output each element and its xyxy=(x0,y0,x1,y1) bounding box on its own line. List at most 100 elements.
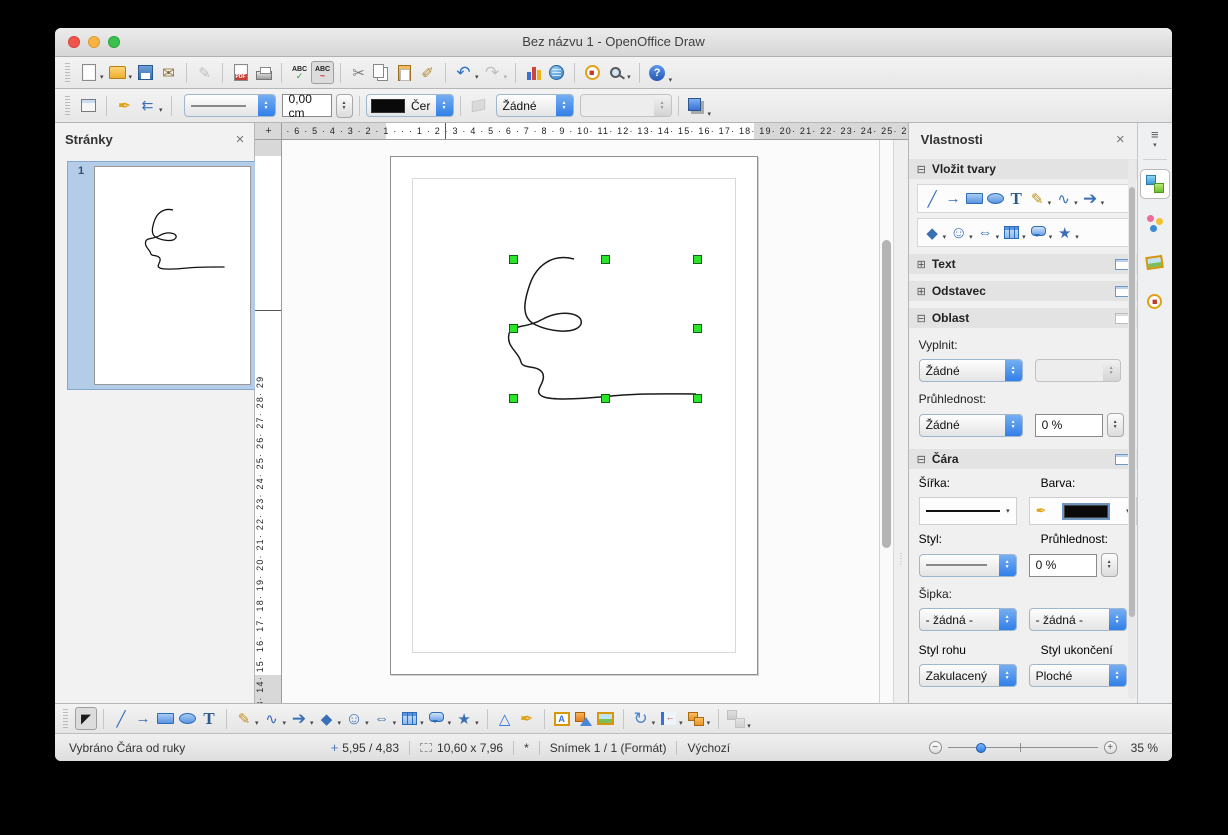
vertical-scrollbar[interactable] xyxy=(878,140,893,761)
edit-points-tool[interactable]: △ xyxy=(494,707,516,730)
rectangle-tool-icon[interactable] xyxy=(964,187,985,210)
stepper-icon[interactable]: ▲ ▼ xyxy=(1004,360,1022,381)
ellipse-tool[interactable] xyxy=(176,707,198,730)
star-dropdown[interactable]: ▾ xyxy=(1075,233,1079,241)
auto-spellcheck-toggle[interactable]: ABC ~ xyxy=(311,61,335,84)
line-transparency-input[interactable]: 0 % xyxy=(1028,553,1097,577)
collapse-icon[interactable]: ⊟ xyxy=(917,163,926,176)
connector-tool[interactable]: ∿ xyxy=(261,707,283,730)
arrow-tool[interactable]: → xyxy=(132,707,154,730)
callout-shapes-icon[interactable] xyxy=(1028,221,1049,244)
paste-button[interactable] xyxy=(393,61,416,84)
arrow-end-select[interactable]: - žádná - ▲ ▼ xyxy=(1028,608,1127,631)
line-tool-icon[interactable]: ╱ xyxy=(922,187,943,210)
object-size-value[interactable]: 10,60 x 7,96 xyxy=(437,741,503,755)
select-tool[interactable]: ◤ xyxy=(75,707,97,730)
stepper-icon[interactable]: ▲ ▼ xyxy=(998,609,1016,630)
selection-handle-top-right[interactable] xyxy=(693,255,703,264)
text-tool-icon[interactable]: T xyxy=(1006,187,1027,210)
properties-panel-close-icon[interactable]: × xyxy=(1116,131,1125,148)
block-arrow-tool[interactable]: ➔ xyxy=(288,707,310,730)
open-button[interactable] xyxy=(106,61,129,84)
drawing-canvas[interactable] xyxy=(282,140,879,761)
cap-style-select[interactable]: Ploché ▲ ▼ xyxy=(1028,664,1127,687)
ellipse-tool-icon[interactable] xyxy=(985,187,1006,210)
symbol-shapes-tool[interactable]: ☺ xyxy=(343,707,365,730)
line-color-select[interactable]: ✒ ▾ xyxy=(1028,497,1137,525)
connector-tool-icon[interactable]: ∿ xyxy=(1053,187,1074,210)
insert-chart-button[interactable] xyxy=(522,61,545,84)
basic-shapes-dropdown[interactable]: ▾ xyxy=(943,233,947,241)
symbol-shapes-dropdown[interactable]: ▾ xyxy=(365,719,369,727)
section-area[interactable]: ⊟ Oblast xyxy=(908,308,1137,328)
copy-button[interactable] xyxy=(370,61,393,84)
new-document-button[interactable] xyxy=(77,61,100,84)
stepper-icon[interactable]: ▲ ▼ xyxy=(555,95,573,116)
selection-handle-bottom-right[interactable] xyxy=(693,394,703,403)
stepper-icon[interactable]: ▲ ▼ xyxy=(998,665,1016,686)
sidebar-splitter[interactable]: ····· xyxy=(892,140,908,761)
spellcheck-button[interactable]: ABC ✓ xyxy=(288,61,311,84)
line-tool[interactable]: ╱ xyxy=(110,707,132,730)
glue-points-tool[interactable]: ✒ xyxy=(516,707,538,730)
properties-scrollbar-thumb[interactable] xyxy=(1128,187,1135,617)
connector-dropdown[interactable]: ▾ xyxy=(283,719,287,727)
cut-button[interactable]: ✂ xyxy=(347,61,370,84)
flowchart-dropdown[interactable]: ▾ xyxy=(420,719,424,727)
basic-shapes-icon[interactable]: ◆ xyxy=(922,221,943,244)
star-shapes-icon[interactable]: ★ xyxy=(1054,221,1075,244)
star-dropdown[interactable]: ▾ xyxy=(475,719,479,727)
flowchart-dropdown[interactable]: ▾ xyxy=(1022,233,1026,241)
stepper-icon[interactable]: ▲ ▼ xyxy=(435,95,453,116)
page-thumbnail[interactable]: 1 xyxy=(67,161,258,390)
shadow-toggle[interactable] xyxy=(685,94,708,117)
format-paintbrush-button[interactable]: ✐ xyxy=(416,61,439,84)
selection-handle-middle-left[interactable] xyxy=(509,324,519,333)
line-width-input[interactable]: 0,00 cm xyxy=(281,92,332,120)
arrow-tool-icon[interactable]: → xyxy=(943,187,964,210)
toolbar-overflow[interactable]: ▾ xyxy=(747,722,751,730)
area-transparency-stepper[interactable]: ▲ ▼ xyxy=(1106,413,1124,437)
gallery-tab[interactable] xyxy=(1140,208,1170,238)
callout-dropdown[interactable]: ▾ xyxy=(1049,233,1053,241)
edit-points-button[interactable]: ✒ xyxy=(113,94,136,117)
images-tab[interactable] xyxy=(1140,247,1170,277)
block-arrow-dropdown[interactable]: ▾ xyxy=(1101,199,1105,207)
page[interactable] xyxy=(390,156,759,676)
selection-handle-bottom-left[interactable] xyxy=(509,394,519,403)
fontwork-gallery-button[interactable]: A xyxy=(551,707,573,730)
selection-handle-bottom-center[interactable] xyxy=(601,394,611,403)
freeform-dropdown[interactable]: ▾ xyxy=(1048,199,1052,207)
zoom-slider-thumb[interactable] xyxy=(975,743,986,753)
block-arrow-dropdown[interactable]: ▾ xyxy=(310,719,314,727)
freeform-tool[interactable]: ✎ xyxy=(233,707,255,730)
arrow-start-select[interactable]: - žádná - ▲ ▼ xyxy=(918,608,1017,631)
text-tool[interactable]: T xyxy=(198,707,220,730)
rotate-tool[interactable]: ↻ xyxy=(630,707,652,730)
fill-type-select[interactable]: Žádné ▲ ▼ xyxy=(918,359,1023,382)
sidebar-menu-icon[interactable]: ≡ ▾ xyxy=(1151,128,1159,150)
navigator-tab[interactable]: ◆ xyxy=(1140,286,1170,316)
stepper-icon[interactable]: ▲ ▼ xyxy=(257,95,275,116)
insert-picture-button[interactable] xyxy=(573,707,595,730)
slide-indicator[interactable]: Snímek 1 / 1 (Formát) xyxy=(550,741,667,755)
arrow-shapes-dropdown[interactable]: ▾ xyxy=(996,233,1000,241)
block-arrow-tool-icon[interactable]: ➔ xyxy=(1080,187,1101,210)
line-style-select[interactable]: ▲ ▼ xyxy=(918,553,1017,577)
arrow-shapes-tool[interactable]: ⇔ xyxy=(371,707,393,730)
arrow-shapes-icon[interactable]: ⇔ xyxy=(975,221,996,244)
zoom-slider[interactable] xyxy=(947,741,1098,754)
line-dialog-launcher-icon[interactable] xyxy=(1114,453,1129,465)
expand-icon[interactable]: ⊞ xyxy=(917,258,926,271)
hyperlink-button[interactable] xyxy=(545,61,568,84)
symbol-shapes-dropdown[interactable]: ▾ xyxy=(969,233,973,241)
zoom-dropdown[interactable]: ▾ xyxy=(627,73,631,81)
freehand-curve[interactable] xyxy=(391,157,759,676)
alignment-button[interactable] xyxy=(657,707,679,730)
selection-handle-top-center[interactable] xyxy=(601,255,611,264)
vertical-scrollbar-thumb[interactable] xyxy=(881,240,891,548)
toolbar-grip[interactable] xyxy=(63,708,68,729)
basic-shapes-tool[interactable]: ◆ xyxy=(316,707,338,730)
page-style[interactable]: Výchozí xyxy=(687,741,730,755)
basic-shapes-dropdown[interactable]: ▾ xyxy=(338,719,342,727)
